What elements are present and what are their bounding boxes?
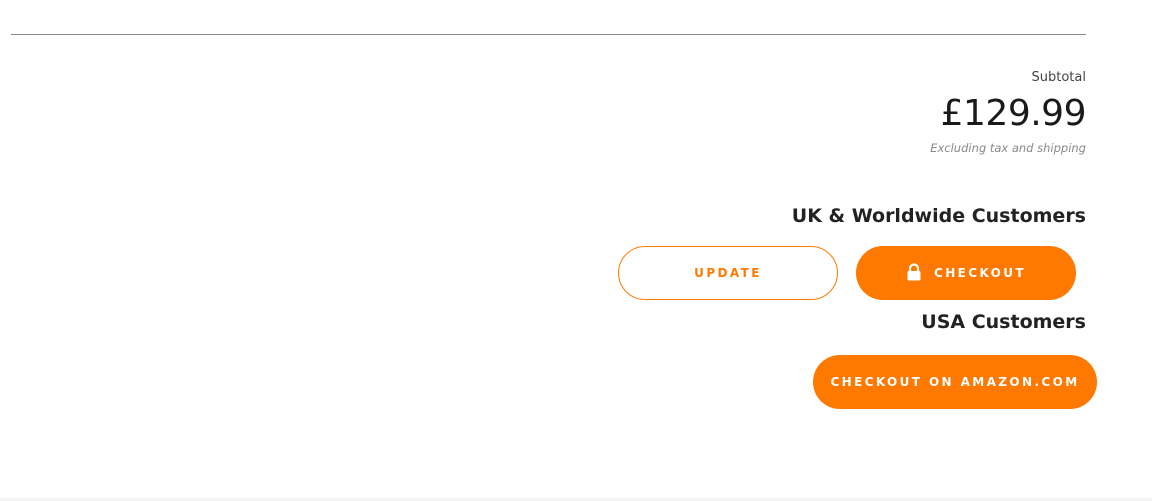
cart-divider (11, 34, 1086, 35)
checkout-button[interactable]: CHECKOUT (856, 246, 1076, 300)
subtotal-label: Subtotal (1031, 70, 1086, 85)
tax-shipping-note: Excluding tax and shipping (930, 141, 1086, 155)
checkout-button-label: CHECKOUT (934, 266, 1026, 280)
update-button-label: UPDATE (694, 266, 762, 280)
update-cart-button[interactable]: UPDATE (618, 246, 838, 300)
lock-icon (906, 263, 922, 281)
usa-customers-heading: USA Customers (921, 311, 1086, 333)
uk-worldwide-heading: UK & Worldwide Customers (791, 205, 1086, 227)
checkout-amazon-button[interactable]: CHECKOUT ON AMAZON.COM (813, 355, 1097, 409)
checkout-amazon-label: CHECKOUT ON AMAZON.COM (830, 375, 1080, 389)
subtotal-amount: £129.99 (940, 93, 1087, 134)
